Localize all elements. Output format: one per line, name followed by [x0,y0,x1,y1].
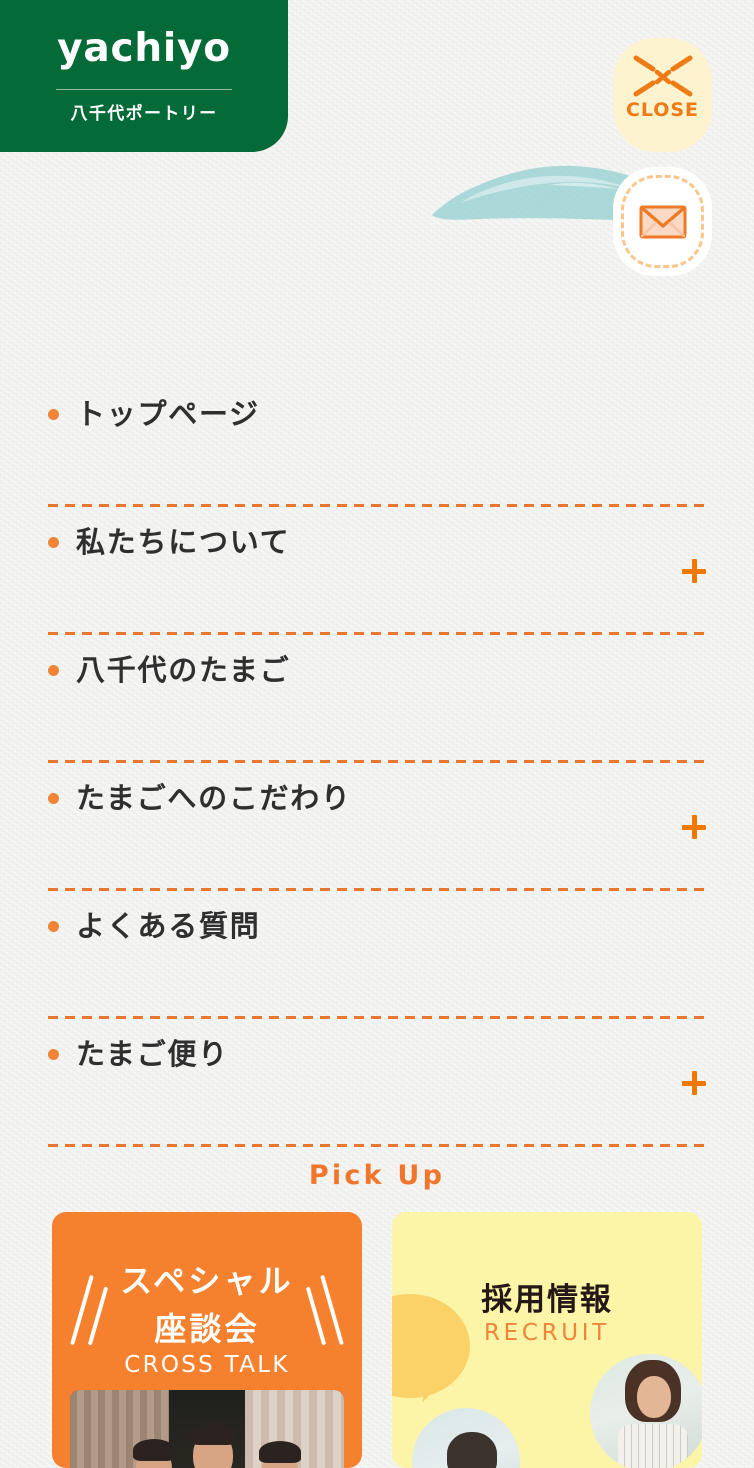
cross-talk-title-line1: スペシャル [120,1262,294,1300]
bullet-icon [48,536,59,548]
nav-item-yachiyo-eggs[interactable]: 八千代のたまご [48,635,706,763]
person-figure [446,1432,497,1468]
cross-talk-subtitle: CROSS TALK [124,1352,290,1378]
recruit-photo-secondary [412,1408,520,1468]
bullet-icon [48,408,59,420]
pickup-section-title: Pick Up [308,1160,446,1191]
nav-item-label: 八千代のたまご [76,653,291,687]
nav-item-tamago-dayori[interactable]: たまご便り [48,1019,706,1147]
person-figure [258,1441,301,1468]
close-button-label: CLOSE [626,99,699,121]
recruit-title: 採用情報 [481,1282,613,1318]
recruit-subtitle: RECRUIT [484,1320,610,1346]
nav-item-label: よくある質問 [76,909,261,943]
pickup-card-recruit[interactable]: 採用情報 RECRUIT [392,1212,702,1468]
nav-item-egg-commitment[interactable]: たまごへのこだわり [48,763,706,891]
nav-row: トップページ [48,397,706,432]
recruit-photo-primary [590,1354,702,1468]
envelope-icon [639,205,686,238]
bullet-icon [48,920,59,932]
cross-talk-photo [70,1390,344,1468]
cross-talk-title-line2: 座談会 [154,1310,260,1348]
bullet-icon [48,1048,59,1060]
plus-icon[interactable] [682,815,706,839]
close-x-icon [633,55,692,97]
nav-item-about-us[interactable]: 私たちについて [48,507,706,635]
logo-wordmark: yachiyo [57,26,231,71]
bullet-icon [48,792,59,804]
logo-subtitle: 八千代ポートリー [70,104,218,124]
speech-bubble-tail [422,1376,446,1406]
person-figure [618,1424,689,1468]
nav-item-label: トップページ [76,397,260,431]
person-figure [637,1376,672,1418]
close-menu-button[interactable]: CLOSE [613,38,712,152]
site-logo-panel[interactable]: yachiyo 八千代ポートリー [0,0,288,152]
nav-row: たまご便り [48,1037,706,1072]
contact-mail-button[interactable] [613,167,712,276]
nav-item-label: 私たちについて [76,525,291,559]
plus-icon[interactable] [682,559,706,583]
nav-row: 八千代のたまご [48,653,706,688]
nav-item-label: たまごへのこだわり [76,781,352,815]
nav-item-label: たまご便り [76,1037,229,1071]
nav-item-top[interactable]: トップページ [48,379,706,507]
plus-icon[interactable] [682,1071,706,1095]
nav-row: 私たちについて [48,525,706,560]
pickup-card-cross-talk[interactable]: スペシャル 座談会 CROSS TALK [52,1212,362,1468]
person-figure [132,1439,175,1468]
person-figure [190,1423,237,1468]
main-navigation: トップページ 私たちについて 八千代のたまご たまごへのこだわり よくある質問 [0,379,754,1147]
nav-divider [48,1144,706,1147]
pickup-card-list: スペシャル 座談会 CROSS TALK 採用情報 RECRUIT [52,1212,702,1468]
nav-item-faq[interactable]: よくある質問 [48,891,706,1019]
nav-row: たまごへのこだわり [48,781,706,816]
bullet-icon [48,664,59,676]
nav-row: よくある質問 [48,909,706,944]
logo-divider [56,89,232,90]
